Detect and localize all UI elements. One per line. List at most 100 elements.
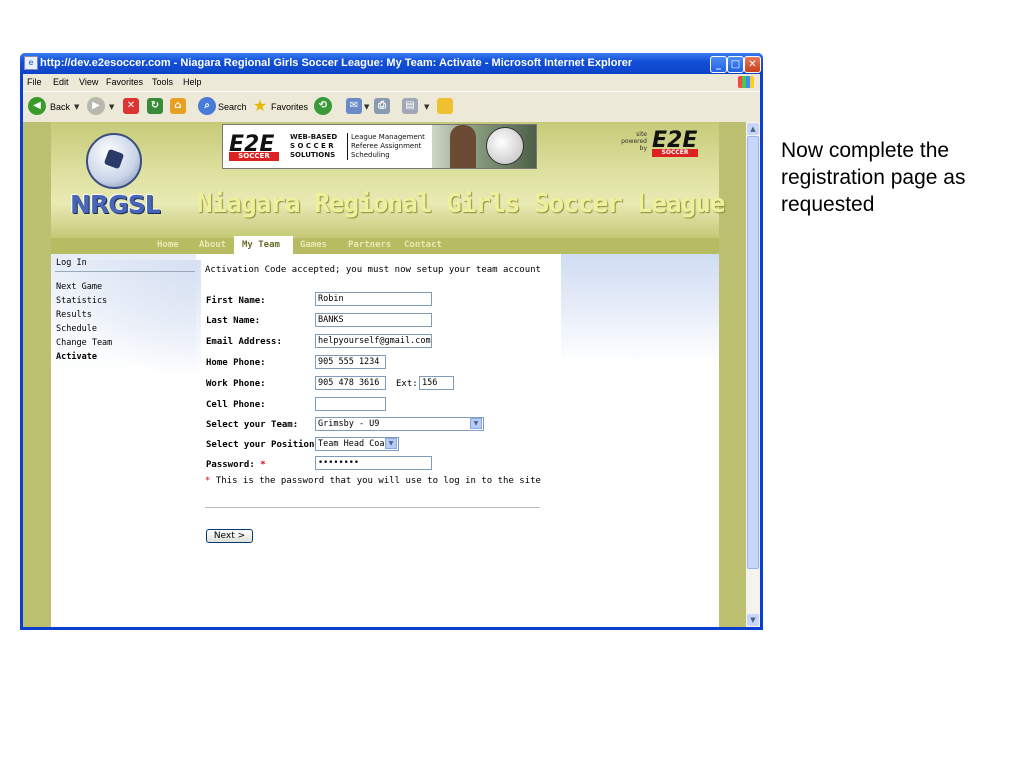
- scroll-up-icon[interactable]: ▲: [747, 123, 759, 135]
- mail-icon[interactable]: ✉: [346, 98, 362, 114]
- nav-home[interactable]: Home: [157, 240, 179, 250]
- slide-caption: Now complete the registration page as re…: [781, 139, 966, 216]
- forward-arrow-icon[interactable]: ▶: [87, 97, 105, 115]
- powered-by-line: powered: [621, 138, 647, 145]
- menu-help[interactable]: Help: [183, 77, 202, 87]
- nav-my-team[interactable]: My Team: [242, 240, 280, 250]
- ext-input[interactable]: 156: [419, 376, 454, 390]
- banner-soccer-tag: SOCCER: [229, 152, 279, 161]
- nav-partners[interactable]: Partners: [348, 240, 391, 250]
- password-note: * This is the password that you will use…: [205, 476, 541, 486]
- email-label: Email Address:: [206, 337, 282, 347]
- home-phone-label: Home Phone:: [206, 358, 266, 368]
- required-marker: *: [205, 476, 211, 486]
- home-icon[interactable]: ⌂: [170, 98, 186, 114]
- banner-feature: Referee Assignment: [351, 142, 422, 150]
- work-phone-input[interactable]: 905 478 3616: [315, 376, 386, 390]
- work-phone-label: Work Phone:: [206, 379, 266, 389]
- powered-by-soccer-tag: SOCCER: [652, 149, 698, 157]
- content-decoration: [561, 254, 719, 364]
- ext-label: Ext:: [396, 379, 418, 389]
- mail-dropdown-icon[interactable]: ▼: [364, 103, 369, 111]
- team-select[interactable]: Grimsby - U9: [315, 417, 484, 431]
- sidebar-item-activate[interactable]: Activate: [56, 352, 97, 362]
- nav-contact[interactable]: Contact: [404, 240, 442, 250]
- sidebar-divider: [55, 271, 195, 272]
- back-arrow-icon[interactable]: ◀: [28, 97, 46, 115]
- form-divider: [205, 507, 540, 508]
- banner-feature: League Management: [351, 133, 425, 141]
- first-name-label: First Name:: [206, 296, 266, 306]
- home-phone-input[interactable]: 905 555 1234: [315, 355, 386, 369]
- last-name-input[interactable]: BANKS: [315, 313, 432, 327]
- scroll-thumb[interactable]: [747, 136, 759, 569]
- window-bottom-border: [20, 627, 763, 630]
- menu-tools[interactable]: Tools: [152, 77, 173, 87]
- banner-word: S O C C E R: [290, 142, 334, 150]
- team-select-value: Grimsby - U9: [318, 419, 380, 429]
- sidebar-item-schedule[interactable]: Schedule: [56, 324, 97, 334]
- favorites-label[interactable]: Favorites: [271, 102, 308, 112]
- sidebar-item-change-team[interactable]: Change Team: [56, 338, 112, 348]
- banner-player-photo: [450, 125, 476, 168]
- window-title: http://dev.e2esoccer.com - Niagara Regio…: [40, 57, 633, 69]
- activation-message: Activation Code accepted; you must now s…: [205, 265, 541, 275]
- menu-favorites[interactable]: Favorites: [106, 77, 143, 87]
- password-input[interactable]: ••••••••: [315, 456, 432, 470]
- refresh-icon[interactable]: ↻: [147, 98, 163, 114]
- minimize-button[interactable]: _: [710, 56, 727, 73]
- search-label[interactable]: Search: [218, 102, 247, 112]
- powered-by-line: site: [636, 131, 647, 138]
- required-marker: *: [260, 460, 266, 470]
- maximize-button[interactable]: □: [727, 56, 744, 73]
- position-label: Select your Position:: [206, 440, 320, 450]
- team-label: Select your Team:: [206, 420, 299, 430]
- scroll-down-icon[interactable]: ▼: [747, 614, 759, 626]
- cell-phone-label: Cell Phone:: [206, 400, 266, 410]
- banner-word: SOLUTIONS: [290, 151, 336, 159]
- close-button[interactable]: ✕: [744, 56, 761, 73]
- nav-about[interactable]: About: [199, 240, 226, 250]
- first-name-input[interactable]: Robin: [315, 292, 432, 306]
- search-icon[interactable]: ⌕: [198, 97, 216, 115]
- position-dropdown-icon[interactable]: ▼: [385, 438, 397, 449]
- nav-games[interactable]: Games: [300, 240, 327, 250]
- email-input[interactable]: helpyourself@gmail.com: [315, 334, 432, 348]
- print-icon[interactable]: ⎙: [374, 98, 390, 114]
- banner-ball-icon: [486, 127, 524, 165]
- sidebar-decoration: [51, 260, 201, 380]
- back-label[interactable]: Back: [50, 102, 70, 112]
- cell-phone-input[interactable]: [315, 397, 386, 411]
- edit-dropdown-icon[interactable]: ▼: [424, 103, 429, 111]
- favorites-star-icon[interactable]: ★: [252, 98, 268, 114]
- ie-icon: e: [24, 56, 38, 70]
- back-dropdown-icon[interactable]: ▼: [74, 103, 79, 111]
- site-title: Niagara Regional Girls Soccer League: [197, 189, 726, 219]
- powered-by-line: by: [639, 145, 647, 152]
- sidebar-item-results[interactable]: Results: [56, 310, 92, 320]
- position-select-value: Team Head Coach: [318, 439, 395, 449]
- banner-tagline: WEB-BASED S O C C E R SOLUTIONS: [290, 133, 337, 160]
- folder-icon[interactable]: [437, 98, 453, 114]
- banner-feature: Scheduling: [351, 151, 390, 159]
- edit-icon[interactable]: ▤: [402, 98, 418, 114]
- menu-file[interactable]: File: [27, 77, 42, 87]
- last-name-label: Last Name:: [206, 316, 261, 326]
- banner-word: WEB-BASED: [290, 133, 338, 141]
- sidebar-item-next-game[interactable]: Next Game: [56, 282, 102, 292]
- team-dropdown-icon[interactable]: ▼: [470, 418, 482, 429]
- password-label-text: Password:: [206, 460, 255, 470]
- windows-logo-icon: [738, 76, 754, 88]
- stop-icon[interactable]: ✕: [123, 98, 139, 114]
- sidebar-login[interactable]: Log In: [56, 258, 87, 268]
- sidebar-item-statistics[interactable]: Statistics: [56, 296, 107, 306]
- password-note-text: This is the password that you will use t…: [215, 476, 541, 486]
- banner-features: League Management Referee Assignment Sch…: [347, 133, 425, 160]
- league-logo-text[interactable]: NRGSL: [70, 190, 161, 219]
- menu-edit[interactable]: Edit: [53, 77, 69, 87]
- menu-view[interactable]: View: [79, 77, 98, 87]
- history-icon[interactable]: ⟲: [314, 97, 332, 115]
- forward-dropdown-icon[interactable]: ▼: [109, 103, 114, 111]
- next-button[interactable]: Next >: [206, 529, 253, 543]
- powered-by-text: site powered by: [619, 131, 647, 152]
